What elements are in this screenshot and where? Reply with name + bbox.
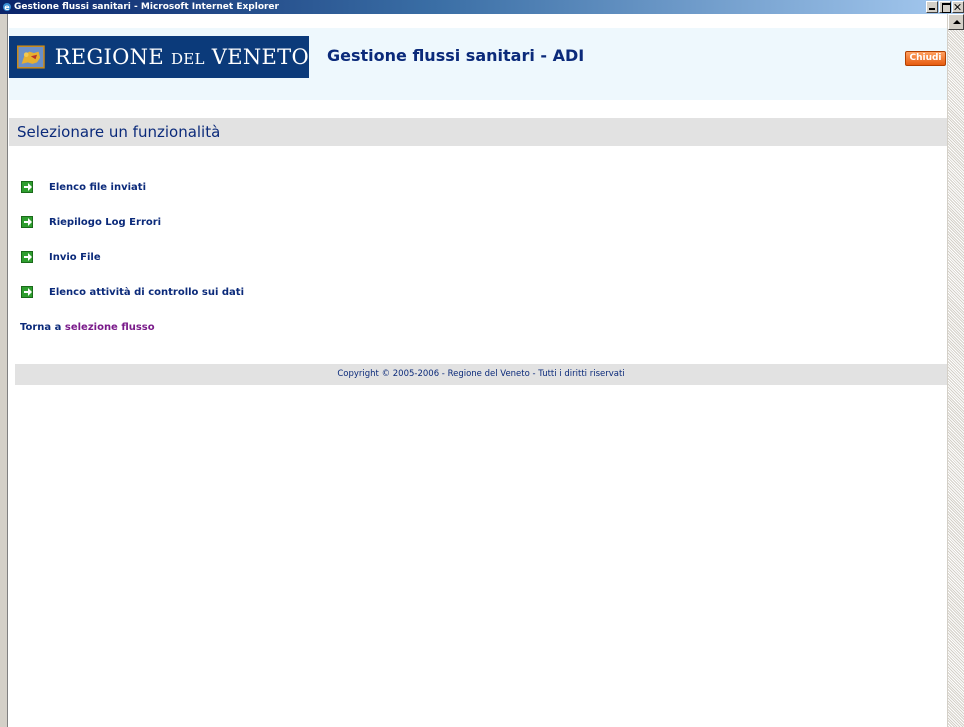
logo-text: REGIONE DEL VENETO bbox=[54, 45, 309, 69]
menu-item-label[interactable]: Elenco attività di controllo sui dati bbox=[49, 287, 244, 298]
app-title: Gestione flussi sanitari - ADI bbox=[327, 46, 585, 65]
svg-text:e: e bbox=[4, 3, 10, 12]
scroll-up-arrow-icon[interactable] bbox=[948, 14, 964, 30]
menu-item-label[interactable]: Invio File bbox=[49, 252, 101, 263]
menu-item-riepilogo-log-errori[interactable]: Riepilogo Log Errori bbox=[21, 215, 161, 229]
regione-veneto-logo: REGIONE DEL VENETO bbox=[9, 36, 309, 78]
arrow-right-icon bbox=[21, 181, 33, 193]
lion-emblem-icon bbox=[17, 45, 45, 69]
arrow-right-icon bbox=[21, 251, 33, 263]
menu-item-elenco-file-inviati[interactable]: Elenco file inviati bbox=[21, 180, 146, 194]
vertical-scrollbar[interactable] bbox=[947, 14, 964, 727]
window-title-bar[interactable]: e Gestione flussi sanitari - Microsoft I… bbox=[0, 0, 964, 14]
menu-item-invio-file[interactable]: Invio File bbox=[21, 250, 101, 264]
back-prefix: Torna a bbox=[20, 322, 65, 333]
menu-item-elenco-attivita-controllo[interactable]: Elenco attività di controllo sui dati bbox=[21, 285, 244, 299]
section-heading: Selezionare un funzionalità bbox=[9, 118, 947, 146]
arrow-right-icon bbox=[21, 216, 33, 228]
menu-item-label[interactable]: Elenco file inviati bbox=[49, 182, 146, 193]
arrow-right-icon bbox=[21, 286, 33, 298]
close-window-button[interactable] bbox=[952, 1, 964, 13]
maximize-button[interactable] bbox=[939, 1, 951, 13]
window-title: Gestione flussi sanitari - Microsoft Int… bbox=[14, 2, 279, 12]
menu-item-label[interactable]: Riepilogo Log Errori bbox=[49, 217, 161, 228]
chiudi-button[interactable]: Chiudi bbox=[905, 51, 946, 66]
copyright-footer: Copyright © 2005-2006 - Regione del Vene… bbox=[15, 364, 947, 385]
internet-explorer-icon: e bbox=[3, 3, 11, 12]
back-link-row: Torna a selezione flusso bbox=[20, 322, 155, 333]
selezione-flusso-link[interactable]: selezione flusso bbox=[65, 322, 155, 333]
window-controls bbox=[925, 0, 964, 14]
minimize-button[interactable] bbox=[926, 1, 938, 13]
page-content: REGIONE DEL VENETO Gestione flussi sanit… bbox=[9, 14, 947, 727]
window-frame-left bbox=[0, 14, 8, 727]
